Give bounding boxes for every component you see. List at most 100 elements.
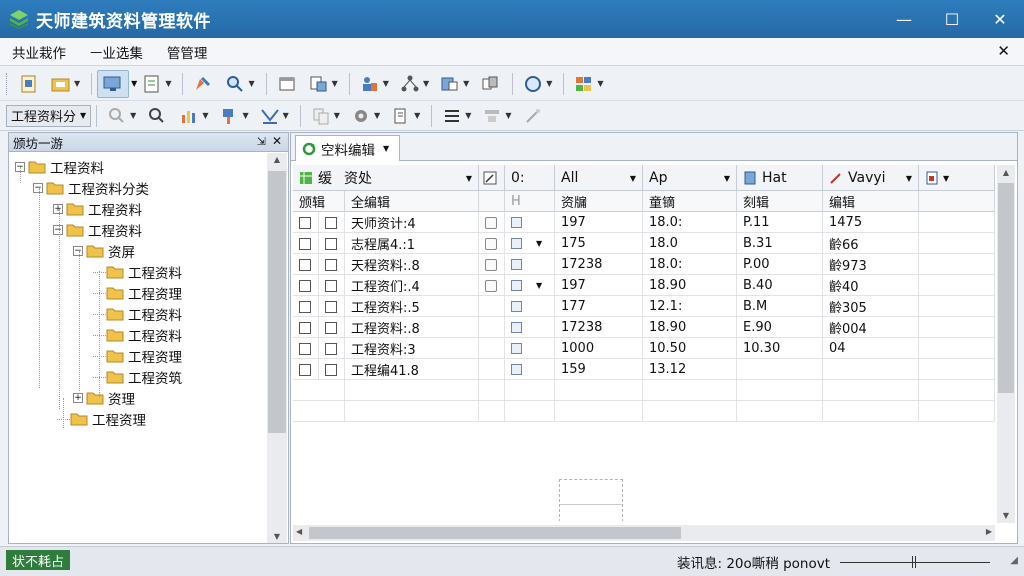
close-button[interactable]: ✕ bbox=[976, 0, 1024, 38]
print-button[interactable]: ▼ bbox=[386, 102, 424, 130]
table-row[interactable]: 工程资料:3 1000 10.50 10.30 04 bbox=[293, 338, 995, 359]
row-flag-checkbox[interactable] bbox=[511, 301, 522, 312]
scroll-down-icon[interactable]: ▼ bbox=[267, 532, 287, 541]
row-checkbox[interactable] bbox=[299, 321, 311, 334]
pin-icon[interactable]: ⇲ bbox=[257, 135, 266, 148]
table-cell[interactable] bbox=[919, 338, 995, 359]
paint-button[interactable]: ▼ bbox=[214, 102, 252, 130]
panel-close-icon[interactable]: ✕ bbox=[272, 134, 282, 148]
cell-c7[interactable]: 齡004 bbox=[823, 317, 919, 338]
subheader-c1[interactable]: 颁辑 bbox=[293, 191, 345, 212]
dropdown-arrow-icon[interactable]: ▼ bbox=[165, 79, 171, 88]
tools-button[interactable]: ▼ bbox=[346, 102, 384, 130]
tree-node[interactable]: 工程资筑 bbox=[93, 367, 182, 387]
tree-node[interactable]: 工程资理 bbox=[57, 409, 146, 429]
maximize-button[interactable]: ☐ bbox=[928, 0, 976, 38]
table-cell[interactable] bbox=[479, 296, 505, 317]
table-cell[interactable] bbox=[505, 296, 555, 317]
row-flag-checkbox[interactable] bbox=[511, 259, 522, 270]
menu-close-icon[interactable]: ✕ bbox=[997, 42, 1010, 60]
table-row[interactable]: 天程资料:.8 17238 18.0: P.00 齡973 bbox=[293, 254, 995, 275]
scroll-left-icon[interactable]: ◀ bbox=[296, 527, 302, 536]
dropdown-arrow-icon[interactable]: ▼ bbox=[536, 281, 542, 290]
table-cell[interactable] bbox=[919, 275, 995, 296]
expand-icon[interactable]: + bbox=[73, 393, 83, 403]
dropdown-arrow-icon[interactable]: ▼ bbox=[332, 79, 338, 88]
dropdown-arrow-icon[interactable]: ▼ bbox=[130, 111, 136, 120]
cell-c4[interactable]: 197 bbox=[555, 275, 643, 296]
cell-c4[interactable]: 159 bbox=[555, 359, 643, 380]
tree-node[interactable]: + 资理 bbox=[73, 388, 135, 408]
screen-view-button[interactable] bbox=[97, 69, 130, 98]
scroll-right-icon[interactable]: ▶ bbox=[986, 527, 992, 536]
attachment-icon[interactable] bbox=[485, 279, 497, 292]
subheader-c7[interactable]: 编辑 bbox=[823, 191, 919, 212]
header-extra[interactable]: ▼ bbox=[919, 165, 995, 191]
table-cell[interactable] bbox=[319, 359, 345, 380]
link-button[interactable] bbox=[475, 70, 505, 98]
tree-node[interactable]: 工程资料 bbox=[93, 304, 182, 324]
attachment-icon[interactable] bbox=[485, 258, 497, 271]
table-cell[interactable] bbox=[293, 212, 319, 233]
cell-c5[interactable]: 18.0: bbox=[643, 254, 737, 275]
dropdown-arrow-icon[interactable]: ▼ bbox=[546, 79, 552, 88]
attachment-icon[interactable] bbox=[485, 237, 497, 250]
cell-c5[interactable]: 18.0 bbox=[643, 233, 737, 254]
zoom-slider-knob[interactable] bbox=[912, 556, 916, 568]
table-cell[interactable] bbox=[505, 254, 555, 275]
cell-name[interactable]: 天程资料:.8 bbox=[345, 254, 479, 275]
form-button[interactable]: ▼ bbox=[137, 70, 175, 98]
cell-c6[interactable]: B.31 bbox=[737, 233, 823, 254]
row-checkbox[interactable] bbox=[299, 300, 311, 313]
cell-c7[interactable]: 04 bbox=[823, 338, 919, 359]
subheader-c5[interactable]: 童镝 bbox=[643, 191, 737, 212]
table-cell[interactable] bbox=[479, 359, 505, 380]
table-cell[interactable] bbox=[505, 338, 555, 359]
scroll-up-icon[interactable]: ▲ bbox=[267, 155, 287, 164]
dropdown-arrow-icon[interactable]: ▼ bbox=[463, 79, 469, 88]
hierarchy-button[interactable]: ▼ bbox=[395, 70, 433, 98]
open-folder-button[interactable]: ▼ bbox=[46, 70, 84, 98]
tree-node[interactable]: 工程资理 bbox=[93, 346, 182, 366]
cell-c6[interactable] bbox=[737, 359, 823, 380]
row-checkbox-2[interactable] bbox=[325, 342, 337, 355]
menu-item-3[interactable]: 管管理 bbox=[155, 42, 220, 62]
cell-c7[interactable]: 齡305 bbox=[823, 296, 919, 317]
table-cell[interactable] bbox=[293, 233, 319, 254]
cell-name[interactable]: 工程资料:.8 bbox=[345, 317, 479, 338]
header-all[interactable]: All ▼ bbox=[555, 165, 643, 191]
tree-node[interactable]: + 工程资料 bbox=[53, 199, 142, 219]
tree-node[interactable]: 工程资料 bbox=[93, 262, 182, 282]
row-checkbox[interactable] bbox=[299, 216, 311, 229]
chevron-down-icon[interactable]: ▼ bbox=[383, 144, 389, 153]
title-bar[interactable]: 天师建筑资料管理软件 — ☐ ✕ bbox=[0, 0, 1024, 38]
row-checkbox-2[interactable] bbox=[325, 279, 337, 292]
table-cell[interactable] bbox=[293, 275, 319, 296]
dropdown-arrow-icon[interactable]: ▼ bbox=[374, 111, 380, 120]
scroll-thumb[interactable] bbox=[268, 171, 286, 433]
table-cell[interactable] bbox=[319, 317, 345, 338]
tree-vertical-scrollbar[interactable]: ▲ ▼ bbox=[267, 153, 287, 543]
table-row[interactable]: 志程属4.:1 ▼ 175 18.0 B.31 齡66 bbox=[293, 233, 995, 254]
table-cell[interactable] bbox=[479, 212, 505, 233]
table-cell[interactable] bbox=[479, 275, 505, 296]
cell-name[interactable]: 工程资料:3 bbox=[345, 338, 479, 359]
dropdown-arrow-icon[interactable]: ▼ bbox=[536, 239, 542, 248]
collapse-icon[interactable]: − bbox=[73, 246, 83, 256]
tree-node[interactable]: − 工程资料 bbox=[15, 157, 104, 177]
window-button[interactable] bbox=[272, 70, 302, 98]
users-button[interactable]: ▼ bbox=[355, 70, 393, 98]
header-c3[interactable]: 0: bbox=[505, 165, 555, 191]
cell-name[interactable]: 工程资们:.4 bbox=[345, 275, 479, 296]
category-combo[interactable]: 工程资料分 ▼ bbox=[6, 104, 92, 127]
cell-c5[interactable]: 10.50 bbox=[643, 338, 737, 359]
subheader-c2[interactable]: 全编辑 bbox=[345, 191, 479, 212]
cell-c7[interactable]: 1475 bbox=[823, 212, 919, 233]
cell-c6[interactable]: 10.30 bbox=[737, 338, 823, 359]
zoom-slider[interactable] bbox=[840, 556, 990, 568]
cell-c4[interactable]: 197 bbox=[555, 212, 643, 233]
table-cell[interactable] bbox=[919, 359, 995, 380]
table-row[interactable]: 工程资料:.5 177 12.1: B.M 齡305 bbox=[293, 296, 995, 317]
dropdown-arrow-icon[interactable]: ▼ bbox=[283, 111, 289, 120]
row-checkbox[interactable] bbox=[299, 342, 311, 355]
